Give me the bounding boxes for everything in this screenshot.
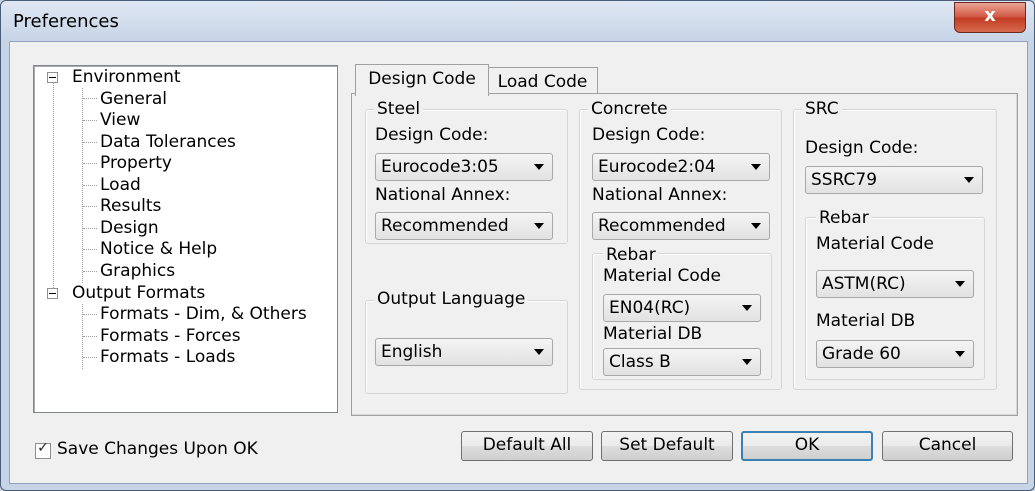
tree-connector [53, 83, 54, 298]
src-material-db-label: Material DB [816, 311, 916, 331]
tree-item-general[interactable]: General [100, 88, 167, 110]
tree-connector [83, 163, 97, 164]
output-language-legend: Output Language [374, 288, 529, 310]
chevron-down-icon [751, 223, 761, 229]
tree-node-label: Output Formats [72, 283, 206, 303]
select-value: Class B [609, 352, 671, 372]
chevron-down-icon [742, 359, 752, 365]
tree-item-load[interactable]: Load [100, 174, 141, 196]
src-rebar-legend: Rebar [816, 207, 872, 229]
tree-connector [83, 185, 97, 186]
tree-connector [83, 249, 97, 250]
chevron-down-icon [751, 164, 761, 170]
cancel-button[interactable]: Cancel [882, 431, 1013, 461]
tree-item-formats-loads[interactable]: Formats - Loads [100, 346, 235, 368]
concrete-annex-select[interactable]: Recommended [592, 212, 770, 240]
concrete-annex-label: National Annex: [592, 185, 728, 205]
tree-item-results[interactable]: Results [100, 195, 161, 217]
preferences-dialog: Preferences x Environment General View D… [0, 0, 1035, 491]
tab-load-code[interactable]: Load Code [487, 67, 598, 96]
tree-item-property[interactable]: Property [100, 152, 172, 174]
tree-item-formats-forces[interactable]: Formats - Forces [100, 325, 241, 347]
concrete-rebar-group: Rebar Material Code EN04(RC) Material DB… [592, 244, 772, 380]
collapse-icon[interactable] [47, 72, 58, 83]
select-value: English [381, 342, 443, 362]
concrete-design-code-select[interactable]: Eurocode2:04 [592, 153, 770, 181]
tree-connector [83, 357, 97, 358]
title-bar[interactable]: Preferences x [1, 1, 1034, 41]
tree-connector [83, 98, 97, 99]
window-title: Preferences [13, 11, 119, 32]
chevron-down-icon [534, 164, 544, 170]
concrete-material-code-select[interactable]: EN04(RC) [603, 294, 761, 322]
ok-button[interactable]: OK [741, 431, 873, 461]
select-value: SSRC79 [811, 170, 878, 190]
select-value: Recommended [598, 216, 726, 236]
concrete-legend: Concrete [588, 98, 671, 120]
src-group: SRC Design Code: SSRC79 Rebar Material C… [793, 98, 997, 390]
src-legend: SRC [802, 98, 842, 120]
chevron-down-icon [955, 281, 965, 287]
save-changes-label[interactable]: Save Changes Upon OK [57, 439, 258, 459]
select-value: Recommended [381, 216, 509, 236]
steel-annex-label: National Annex: [375, 185, 511, 205]
tree-connector [83, 206, 97, 207]
chevron-down-icon [955, 351, 965, 357]
src-rebar-group: Rebar Material Code ASTM(RC) Material DB… [805, 207, 985, 380]
select-value: Eurocode2:04 [598, 157, 716, 177]
tree-connector [83, 314, 97, 315]
tree-connector [83, 120, 97, 121]
save-changes-checkbox[interactable]: ✓ [35, 440, 51, 459]
set-default-button[interactable]: Set Default [601, 431, 733, 461]
dialog-body: Environment General View Data Tolerances… [9, 41, 1028, 484]
design-code-panel: Steel Design Code: Eurocode3:05 National… [351, 93, 1018, 416]
concrete-rebar-legend: Rebar [603, 244, 659, 266]
tree-item-formats-dim[interactable]: Formats - Dim, & Others [100, 303, 307, 325]
close-button[interactable]: x [954, 2, 1026, 33]
tree-item-graphics[interactable]: Graphics [100, 260, 175, 282]
default-all-button[interactable]: Default All [461, 431, 593, 461]
src-material-code-label: Material Code [816, 234, 934, 254]
steel-design-code-label: Design Code: [375, 125, 489, 145]
tree-connector [83, 336, 97, 337]
tab-design-code[interactable]: Design Code [355, 64, 489, 96]
tree-connector [83, 228, 97, 229]
tree-item-notice-help[interactable]: Notice & Help [100, 238, 217, 260]
collapse-icon[interactable] [47, 288, 58, 299]
concrete-material-db-select[interactable]: Class B [603, 348, 761, 376]
chevron-down-icon [534, 223, 544, 229]
output-language-select[interactable]: English [375, 338, 553, 366]
tree-connector [83, 271, 97, 272]
tree-item-view[interactable]: View [100, 109, 140, 131]
src-design-code-select[interactable]: SSRC79 [805, 166, 983, 194]
select-value: Grade 60 [822, 344, 901, 364]
concrete-design-code-label: Design Code: [592, 125, 706, 145]
steel-legend: Steel [374, 98, 424, 120]
steel-annex-select[interactable]: Recommended [375, 212, 553, 240]
src-material-code-select[interactable]: ASTM(RC) [816, 270, 974, 298]
select-value: EN04(RC) [609, 298, 691, 318]
chevron-down-icon [742, 305, 752, 311]
concrete-material-db-label: Material DB [603, 324, 703, 344]
tree-connector [83, 142, 97, 143]
concrete-material-code-label: Material Code [603, 266, 721, 286]
checkmark-icon: ✓ [37, 440, 49, 456]
tree-item-data-tolerances[interactable]: Data Tolerances [100, 131, 236, 153]
chevron-down-icon [964, 177, 974, 183]
select-value: Eurocode3:05 [381, 157, 499, 177]
src-material-db-select[interactable]: Grade 60 [816, 340, 974, 368]
src-design-code-label: Design Code: [805, 138, 919, 158]
preferences-tree[interactable]: Environment General View Data Tolerances… [33, 65, 338, 413]
output-language-group: Output Language English [365, 288, 568, 394]
tree-item-design[interactable]: Design [100, 217, 159, 239]
tree-node-label: Environment [72, 67, 181, 87]
steel-design-code-select[interactable]: Eurocode3:05 [375, 153, 553, 181]
steel-group: Steel Design Code: Eurocode3:05 National… [365, 98, 568, 244]
select-value: ASTM(RC) [822, 274, 906, 294]
close-icon: x [984, 5, 996, 26]
chevron-down-icon [534, 349, 544, 355]
concrete-group: Concrete Design Code: Eurocode2:04 Natio… [579, 98, 782, 390]
